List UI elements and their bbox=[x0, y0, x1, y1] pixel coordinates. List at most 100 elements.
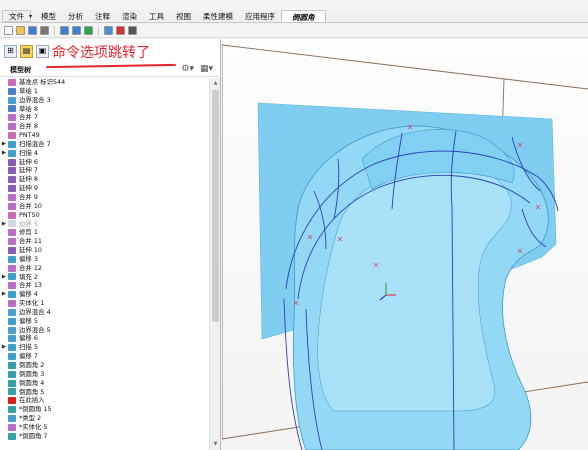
undo-icon[interactable] bbox=[60, 26, 69, 35]
tree-item[interactable]: 实体化 1 bbox=[0, 299, 210, 308]
tree-item-label: 合并 8 bbox=[19, 122, 38, 131]
menu-item-7[interactable]: 柔性建模 bbox=[197, 10, 239, 22]
extend-icon bbox=[8, 176, 16, 184]
tree-item[interactable]: 合并 7 bbox=[0, 113, 210, 122]
solidify-icon bbox=[8, 423, 16, 431]
tree-item[interactable]: 倒圆角 2 bbox=[0, 361, 210, 370]
tree-item-label: 合并 10 bbox=[19, 201, 42, 210]
folder-tab-icon[interactable]: ▣ bbox=[36, 44, 49, 58]
tree-item[interactable]: *类型 2 bbox=[0, 414, 210, 423]
tree-item[interactable]: 合并 9 bbox=[0, 193, 210, 202]
tree-item[interactable]: *实体化 5 bbox=[0, 423, 210, 432]
expand-arrow-icon[interactable]: ▶ bbox=[0, 140, 8, 149]
tree-item[interactable]: 倒圆角 3 bbox=[0, 370, 210, 379]
close-window-icon[interactable] bbox=[116, 26, 125, 35]
tree-item[interactable]: ▶ 偏移 4 bbox=[0, 290, 210, 299]
model-tree-title: 模型树 bbox=[10, 65, 31, 74]
scroll-down-icon[interactable]: ▼ bbox=[212, 441, 219, 448]
tree-item[interactable]: 合并 13 bbox=[0, 281, 210, 290]
tree-item[interactable]: 延伸 7 bbox=[0, 166, 210, 175]
datum-point-icon bbox=[8, 211, 16, 219]
windows-icon[interactable] bbox=[104, 26, 113, 35]
tree-item[interactable]: 修剪 1 bbox=[0, 228, 210, 237]
merge-icon bbox=[8, 264, 16, 272]
regenerate-icon[interactable] bbox=[84, 26, 93, 35]
menu-item-2[interactable]: 分析 bbox=[62, 10, 89, 22]
swept-blend-icon bbox=[8, 140, 16, 148]
new-file-icon[interactable] bbox=[4, 26, 13, 35]
expand-arrow-icon[interactable]: ▶ bbox=[0, 149, 8, 158]
tree-item[interactable]: PNT49 bbox=[0, 131, 210, 140]
tree-item[interactable]: 合并 10 bbox=[0, 202, 210, 211]
menu-item-4[interactable]: 渲染 bbox=[116, 10, 143, 22]
tree-item[interactable]: 倒圆角 4 bbox=[0, 379, 210, 388]
tree-item-label: 基准点 标识544 bbox=[19, 78, 66, 86]
tree-item[interactable]: ▶ 扫描混合 7 bbox=[0, 140, 210, 149]
tree-tab-icon[interactable]: ⊞ bbox=[4, 44, 17, 58]
open-file-icon[interactable] bbox=[16, 26, 25, 35]
print-icon[interactable] bbox=[40, 26, 49, 35]
tree-item[interactable]: 边界混合 4 bbox=[0, 308, 210, 317]
tree-item-label: 倒圆角 3 bbox=[19, 369, 45, 378]
menu-item-9[interactable]: 倒圆角 bbox=[281, 10, 326, 22]
tree-item[interactable]: 基准点 标识544 bbox=[0, 78, 210, 87]
tree-item-label: 偏移 4 bbox=[19, 290, 38, 299]
insert-here-icon bbox=[8, 397, 16, 405]
menu-item-3[interactable]: 注释 bbox=[89, 10, 116, 22]
tree-item[interactable]: 边界混合 3 bbox=[0, 96, 210, 105]
toolbar-separator bbox=[98, 25, 99, 36]
tree-item[interactable]: 合并 12 bbox=[0, 264, 210, 273]
scroll-thumb[interactable] bbox=[212, 90, 219, 322]
redo-icon[interactable] bbox=[72, 26, 81, 35]
merge-icon bbox=[8, 123, 16, 131]
tree-item-label: *类型 2 bbox=[19, 414, 42, 423]
scroll-up-icon[interactable]: ▲ bbox=[212, 80, 219, 87]
tree-item[interactable]: 偏移 3 bbox=[0, 255, 210, 264]
tree-item[interactable]: ▶ 扫描 4 bbox=[0, 149, 210, 158]
tree-item-label: 实体化 1 bbox=[19, 299, 45, 308]
tree-filter-icon[interactable]: ▦▾ bbox=[200, 64, 213, 74]
extend-icon bbox=[8, 158, 16, 166]
chevron-down-icon[interactable]: ▾ bbox=[29, 10, 32, 22]
menu-item-8[interactable]: 应用程序 bbox=[239, 10, 281, 22]
tree-item-label: PNT50 bbox=[19, 210, 40, 219]
expand-arrow-icon[interactable]: ▶ bbox=[0, 220, 8, 229]
menu-item-0[interactable]: 文件 bbox=[2, 10, 31, 22]
tree-item[interactable]: 偏移 5 bbox=[0, 317, 210, 326]
tree-item[interactable]: 延伸 9 bbox=[0, 184, 210, 193]
round-icon bbox=[8, 388, 16, 396]
tree-item[interactable]: 延伸 10 bbox=[0, 246, 210, 255]
tree-item[interactable]: 偏移 6 bbox=[0, 334, 210, 343]
graphics-viewport[interactable] bbox=[222, 39, 588, 450]
tree-settings-icon[interactable]: ⚙▾ bbox=[181, 64, 194, 74]
tree-item-label: 合并 13 bbox=[19, 281, 42, 290]
tree-item-label: *倒圆角 15 bbox=[19, 405, 52, 414]
tree-item[interactable]: ▶ 扫描 5 bbox=[0, 343, 210, 352]
datum-point-icon bbox=[8, 78, 16, 86]
tree-item[interactable]: *倒圆角 7 bbox=[0, 432, 210, 441]
more-icon[interactable] bbox=[128, 26, 137, 35]
sweep-icon bbox=[8, 149, 16, 157]
tree-item[interactable]: *倒圆角 15 bbox=[0, 405, 210, 414]
tree-item[interactable]: 在此插入 bbox=[0, 396, 210, 405]
expand-arrow-icon[interactable]: ▶ bbox=[0, 290, 8, 299]
expand-arrow-icon[interactable]: ▶ bbox=[0, 343, 8, 352]
tree-scrollbar[interactable]: ▲ ▼ bbox=[209, 78, 220, 450]
expand-arrow-icon[interactable]: ▶ bbox=[0, 273, 8, 282]
tree-item[interactable]: 合并 8 bbox=[0, 122, 210, 131]
save-icon[interactable] bbox=[28, 26, 37, 35]
tree-item[interactable]: 延伸 8 bbox=[0, 175, 210, 184]
menu-bar: 文件 ▾ 模型 分析 注释 渲染 工具 视图 柔性建模 应用程序 倒圆角 bbox=[0, 10, 588, 23]
menu-item-1[interactable]: 模型 bbox=[35, 10, 62, 22]
layer-tab-icon[interactable]: ▤ bbox=[20, 44, 33, 58]
tree-item[interactable]: PNT50 bbox=[0, 211, 210, 220]
type-icon bbox=[8, 414, 16, 422]
tree-item-label: 倒圆角 2 bbox=[19, 361, 45, 369]
tree-item[interactable]: 草绘 1 bbox=[0, 87, 210, 96]
tree-item[interactable]: 偏移 7 bbox=[0, 352, 210, 361]
menu-item-6[interactable]: 视图 bbox=[170, 10, 197, 22]
tree-item[interactable]: 合并 11 bbox=[0, 237, 210, 246]
tree-item-label: 扫描 5 bbox=[19, 343, 38, 352]
menu-item-5[interactable]: 工具 bbox=[143, 10, 170, 22]
tree-item-label: *实体化 5 bbox=[19, 422, 48, 431]
